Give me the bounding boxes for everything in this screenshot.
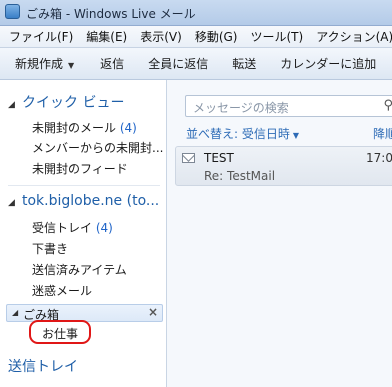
window-title: ごみ箱 - Windows Live メール: [26, 7, 196, 21]
folder-oshigoto[interactable]: お仕事: [42, 325, 78, 342]
close-icon[interactable]: ×: [148, 305, 158, 319]
chevron-down-icon: ▼: [68, 61, 75, 70]
add-to-calendar-button[interactable]: カレンダーに追加: [280, 55, 376, 72]
toolbar: 新規作成 ▼ 返信 全員に返信 転送 カレンダーに追加: [0, 48, 392, 80]
message-list-item[interactable]: TEST 17:0 Re: TestMail: [175, 146, 392, 186]
reply-button[interactable]: 返信: [100, 55, 124, 72]
app-icon: [5, 4, 20, 19]
title-bar: ごみ箱 - Windows Live メール: [0, 0, 392, 26]
folder-pane: ◢ クイック ビュー 未開封のメール (4) メンバーからの未開封... 未開封の…: [0, 80, 167, 387]
folder-label: 受信トレイ: [32, 221, 93, 235]
collapse-triangle-icon: ◢: [8, 100, 15, 110]
search-placeholder: メッセージの検索: [193, 101, 289, 115]
quick-view-header[interactable]: ◢ クイック ビュー: [8, 92, 124, 112]
folder-unread-feeds[interactable]: 未開封のフィード: [32, 160, 128, 177]
menu-file[interactable]: ファイル(F): [9, 28, 73, 45]
reply-all-button[interactable]: 全員に返信: [148, 55, 208, 72]
unread-count: (4): [119, 121, 137, 135]
menu-actions[interactable]: アクション(A): [316, 28, 392, 45]
account-title: tok.biglobe.ne (to...: [22, 193, 160, 209]
unread-count: (4): [95, 221, 113, 235]
expand-triangle-icon: ◢: [12, 308, 19, 317]
quick-view-title: クイック ビュー: [22, 95, 125, 111]
envelope-icon: [182, 153, 195, 163]
new-button[interactable]: 新規作成 ▼: [15, 55, 74, 72]
menu-bar: ファイル(F) 編集(E) 表示(V) 移動(G) ツール(T) アクション(A…: [0, 26, 392, 48]
folder-trash[interactable]: ◢ ごみ箱 ×: [6, 304, 163, 322]
divider: [8, 185, 160, 186]
message-subject: TEST: [204, 151, 234, 165]
forward-button[interactable]: 転送: [232, 55, 256, 72]
search-input[interactable]: メッセージの検索 ⚲: [185, 95, 392, 117]
menu-go[interactable]: 移動(G): [195, 28, 238, 45]
message-preview: Re: TestMail: [204, 169, 276, 183]
sort-order-button[interactable]: 降順: [373, 125, 392, 142]
folder-sent[interactable]: 送信済みアイテム: [32, 261, 127, 278]
account-header[interactable]: ◢ tok.biglobe.ne (to...: [8, 193, 159, 209]
chevron-down-icon: ▼: [292, 131, 300, 140]
collapse-triangle-icon: ◢: [8, 198, 15, 208]
outbox-header[interactable]: 送信トレイ: [8, 356, 78, 376]
new-button-label: 新規作成: [15, 57, 64, 71]
folder-unread-mail[interactable]: 未開封のメール (4): [32, 119, 137, 136]
highlight-ring: お仕事: [29, 320, 91, 344]
sort-dropdown[interactable]: 並べ替え: 受信日時 ▼: [186, 125, 299, 142]
menu-edit[interactable]: 編集(E): [86, 28, 127, 45]
message-time: 17:0: [366, 151, 392, 165]
folder-drafts[interactable]: 下書き: [32, 240, 68, 257]
folder-junk[interactable]: 迷惑メール: [32, 282, 92, 299]
search-icon[interactable]: ⚲: [383, 98, 392, 113]
menu-view[interactable]: 表示(V): [140, 28, 182, 45]
folder-label: 未開封のメール: [32, 121, 117, 135]
sort-label: 並べ替え: 受信日時: [186, 127, 290, 141]
folder-inbox[interactable]: 受信トレイ (4): [32, 219, 113, 236]
folder-unread-from-contacts[interactable]: メンバーからの未開封...: [32, 139, 163, 156]
message-list-pane: メッセージの検索 ⚲ 並べ替え: 受信日時 ▼ 降順 TEST 17:0 Re: …: [167, 80, 392, 387]
menu-tools[interactable]: ツール(T): [250, 28, 303, 45]
